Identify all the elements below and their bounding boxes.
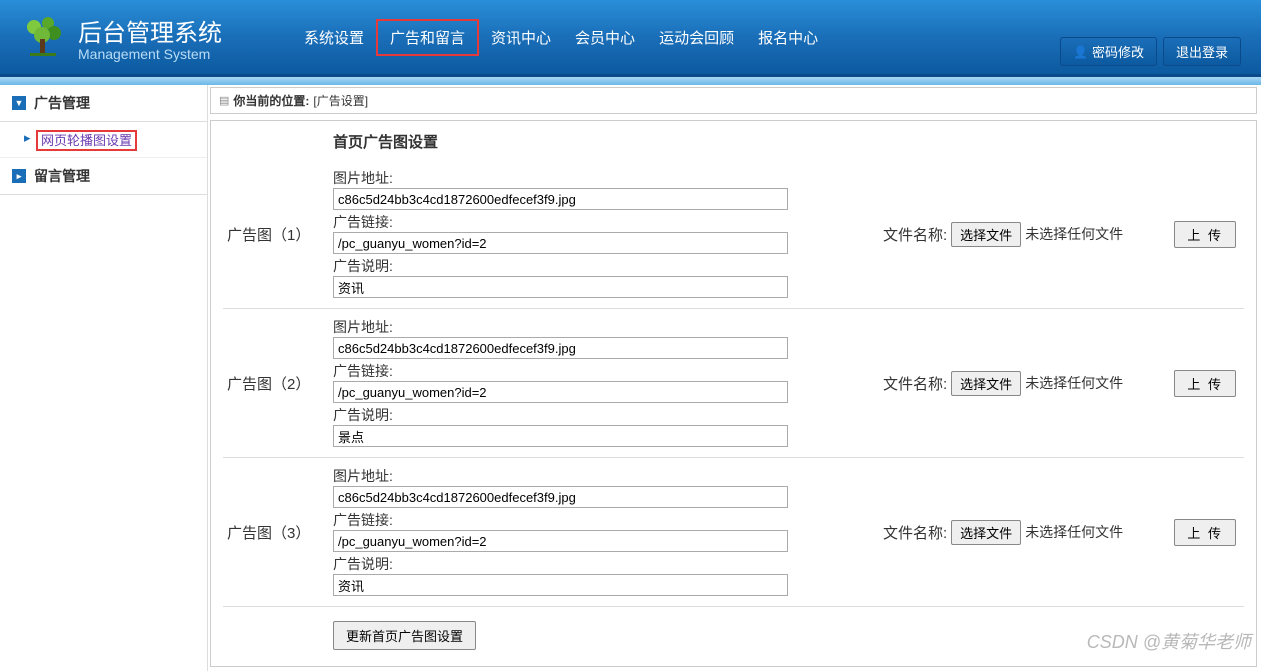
- desc-input[interactable]: [333, 574, 788, 596]
- file-area: 文件名称: 选择文件 未选择任何文件: [833, 371, 1164, 396]
- link-input[interactable]: [333, 530, 788, 552]
- desc-label: 广告说明:: [333, 405, 833, 425]
- ad-row-3: 广告图（3） 图片地址: 广告链接: 广告说明:: [223, 458, 1244, 607]
- chevron-right-icon: ▸: [12, 169, 26, 183]
- breadcrumb-location: [广告设置]: [313, 92, 368, 109]
- choose-file-button[interactable]: 选择文件: [951, 371, 1021, 396]
- link-input[interactable]: [333, 381, 788, 403]
- upload-button[interactable]: 上 传: [1174, 519, 1236, 546]
- ad-fields: 图片地址: 广告链接: 广告说明:: [333, 466, 833, 598]
- main-container: ▼ 广告管理 ▸ 网页轮播图设置 ▸ 留言管理 ▤ 你当前的位置: [广告设置]…: [0, 85, 1261, 671]
- link-label: 广告链接:: [333, 212, 833, 232]
- sidebar-group-messages[interactable]: ▸ 留言管理: [0, 158, 207, 195]
- chevron-down-icon: ▼: [12, 96, 26, 110]
- settings-panel: 首页广告图设置 广告图（1） 图片地址: 广告链接: 广告说明:: [210, 120, 1257, 667]
- logo-icon: [20, 13, 68, 61]
- sidebar-group-ads[interactable]: ▼ 广告管理: [0, 85, 207, 122]
- image-url-input[interactable]: [333, 337, 788, 359]
- document-icon: ▤: [219, 94, 229, 107]
- nav-signup-center[interactable]: 报名中心: [746, 21, 830, 54]
- app-subtitle: Management System: [78, 46, 222, 62]
- app-header: 后台管理系统 Management System 系统设置 广告和留言 资讯中心…: [0, 0, 1261, 77]
- bullet-icon: ▸: [24, 130, 31, 146]
- link-label: 广告链接:: [333, 510, 833, 530]
- link-label: 广告链接:: [333, 361, 833, 381]
- header-accent-bar: [0, 77, 1261, 85]
- ad-label: 广告图（2）: [223, 373, 333, 394]
- nav-sports-review[interactable]: 运动会回顾: [647, 21, 746, 54]
- sidebar-group-label: 留言管理: [34, 166, 90, 186]
- content-area: ▤ 你当前的位置: [广告设置] 首页广告图设置 广告图（1） 图片地址: 广告…: [208, 85, 1261, 671]
- logout-button[interactable]: 退出登录: [1163, 37, 1241, 66]
- nav-ads-messages[interactable]: 广告和留言: [376, 19, 479, 56]
- file-area: 文件名称: 选择文件 未选择任何文件: [833, 222, 1164, 247]
- user-icon: 👤: [1073, 45, 1088, 59]
- ad-row-2: 广告图（2） 图片地址: 广告链接: 广告说明:: [223, 309, 1244, 458]
- top-nav: 系统设置 广告和留言 资讯中心 会员中心 运动会回顾 报名中心: [292, 0, 830, 74]
- file-name-label: 文件名称:: [883, 224, 947, 245]
- file-area: 文件名称: 选择文件 未选择任何文件: [833, 520, 1164, 545]
- panel-title: 首页广告图设置: [333, 131, 1244, 152]
- submit-area: 更新首页广告图设置: [333, 621, 1244, 650]
- image-url-label: 图片地址:: [333, 466, 833, 486]
- ad-label: 广告图（3）: [223, 522, 333, 543]
- nav-member-center[interactable]: 会员中心: [563, 21, 647, 54]
- sidebar-group-label: 广告管理: [34, 93, 90, 113]
- nav-system-settings[interactable]: 系统设置: [292, 21, 376, 54]
- link-input[interactable]: [333, 232, 788, 254]
- file-status: 未选择任何文件: [1025, 373, 1123, 393]
- desc-label: 广告说明:: [333, 554, 833, 574]
- desc-label: 广告说明:: [333, 256, 833, 276]
- file-name-label: 文件名称:: [883, 373, 947, 394]
- image-url-input[interactable]: [333, 188, 788, 210]
- choose-file-button[interactable]: 选择文件: [951, 520, 1021, 545]
- app-title: 后台管理系统: [78, 13, 222, 48]
- user-panel: 👤 密码修改 退出登录: [1060, 37, 1241, 66]
- ad-fields: 图片地址: 广告链接: 广告说明:: [333, 317, 833, 449]
- logo-text: 后台管理系统 Management System: [78, 13, 222, 62]
- sidebar-item-carousel-settings[interactable]: ▸ 网页轮播图设置: [0, 122, 207, 158]
- breadcrumb: ▤ 你当前的位置: [广告设置]: [210, 87, 1257, 114]
- upload-button[interactable]: 上 传: [1174, 370, 1236, 397]
- ad-row-1: 广告图（1） 图片地址: 广告链接: 广告说明:: [223, 160, 1244, 309]
- update-settings-button[interactable]: 更新首页广告图设置: [333, 621, 476, 650]
- desc-input[interactable]: [333, 425, 788, 447]
- change-password-button[interactable]: 👤 密码修改: [1060, 37, 1157, 66]
- sidebar-item-label: 网页轮播图设置: [36, 130, 137, 151]
- nav-news-center[interactable]: 资讯中心: [479, 21, 563, 54]
- file-status: 未选择任何文件: [1025, 522, 1123, 542]
- image-url-label: 图片地址:: [333, 168, 833, 188]
- ad-label: 广告图（1）: [223, 224, 333, 245]
- breadcrumb-prefix: 你当前的位置:: [233, 92, 309, 109]
- image-url-label: 图片地址:: [333, 317, 833, 337]
- logo-area: 后台管理系统 Management System: [20, 13, 222, 62]
- image-url-input[interactable]: [333, 486, 788, 508]
- sidebar: ▼ 广告管理 ▸ 网页轮播图设置 ▸ 留言管理: [0, 85, 208, 671]
- choose-file-button[interactable]: 选择文件: [951, 222, 1021, 247]
- file-name-label: 文件名称:: [883, 522, 947, 543]
- desc-input[interactable]: [333, 276, 788, 298]
- upload-button[interactable]: 上 传: [1174, 221, 1236, 248]
- ad-fields: 图片地址: 广告链接: 广告说明:: [333, 168, 833, 300]
- logout-label: 退出登录: [1176, 42, 1228, 61]
- change-password-label: 密码修改: [1092, 42, 1144, 61]
- file-status: 未选择任何文件: [1025, 224, 1123, 244]
